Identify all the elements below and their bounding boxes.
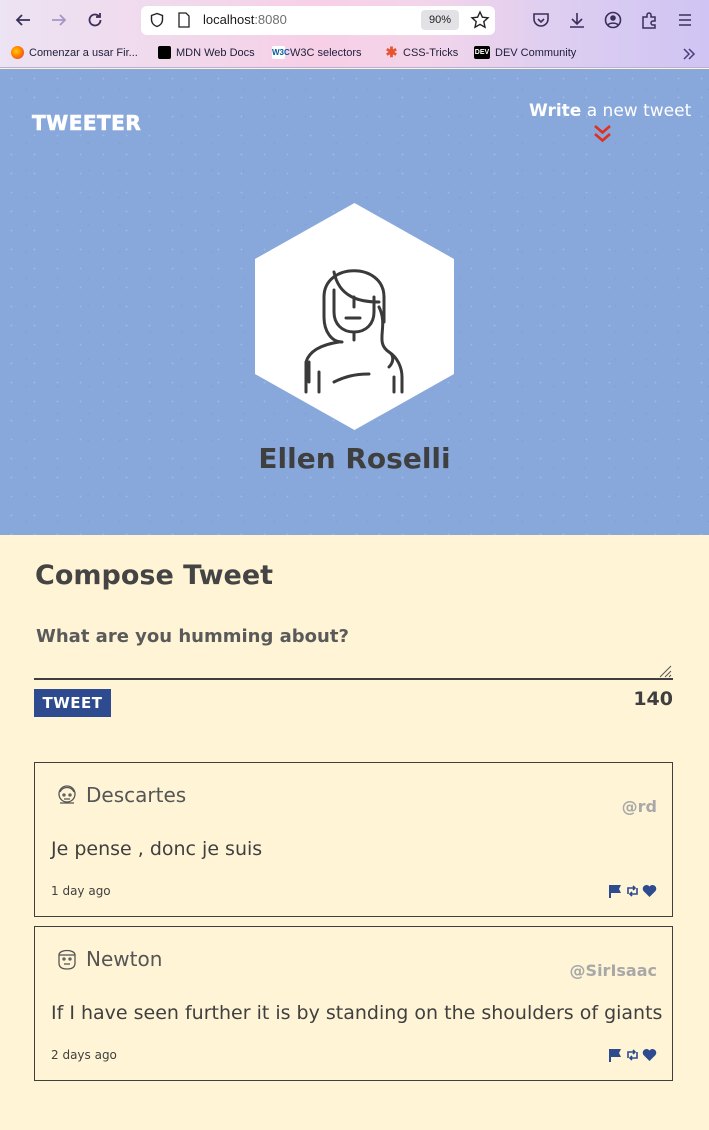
back-button[interactable] (11, 8, 35, 32)
mdn-icon (158, 46, 171, 59)
profile-avatar (254, 202, 455, 431)
pocket-icon[interactable] (531, 10, 551, 30)
url-text[interactable]: localhost:8080 (203, 12, 287, 27)
url-bar[interactable]: localhost:8080 90% (141, 6, 495, 35)
bookmark-star-icon[interactable] (470, 10, 490, 30)
avatar-hexagon-icon (255, 203, 454, 430)
shield-icon[interactable] (149, 12, 165, 28)
tweet-textarea[interactable] (34, 622, 673, 680)
reload-icon (88, 13, 102, 27)
download-icon[interactable] (567, 10, 587, 30)
w3c-icon: W3C (272, 46, 290, 59)
bookmark-item[interactable]: W3C W3C selectors (272, 46, 362, 59)
bookmark-item[interactable]: ✱ CSS-Tricks (385, 44, 459, 60)
reload-button[interactable] (83, 8, 107, 32)
character-counter: 140 (633, 688, 673, 710)
zoom-indicator[interactable]: 90% (421, 10, 459, 30)
tweet-submit-button[interactable]: Tweet (34, 689, 111, 717)
tweet-card: Newton @SirIsaac If I have seen further … (34, 926, 673, 1081)
extensions-icon[interactable] (639, 10, 659, 30)
flag-icon[interactable] (608, 1047, 623, 1062)
tweet-author-handle: @rd (621, 797, 657, 816)
tweet-actions (608, 883, 657, 898)
bookmarks-bar: Comenzar a usar Fir... MDN Web Docs W3C … (0, 44, 709, 64)
url-port: :8080 (254, 12, 287, 27)
css-tricks-icon: ✱ (385, 44, 398, 60)
tweet-author-name: Descartes (86, 783, 187, 807)
bookmark-label: DEV Community (495, 46, 577, 59)
bookmark-item[interactable]: Comenzar a usar Fir... (11, 46, 138, 59)
bookmark-label: Comenzar a usar Fir... (29, 46, 138, 59)
bookmark-label: MDN Web Docs (176, 46, 255, 59)
forward-arrow-icon (52, 14, 67, 26)
bookmarks-overflow-icon[interactable] (681, 46, 697, 62)
tweet-author-name: Newton (86, 947, 163, 971)
write-bold-text: Write (529, 101, 582, 121)
user-avatar-icon (58, 949, 76, 970)
account-icon[interactable] (603, 10, 623, 30)
bookmark-label: CSS-Tricks (403, 46, 459, 59)
user-avatar-icon (58, 785, 76, 804)
retweet-icon[interactable] (625, 1047, 640, 1061)
tweet-timestamp: 1 day ago (51, 884, 111, 898)
tweet-author-handle: @SirIsaac (569, 961, 657, 980)
tweet-text: Je pense , donc je suis (51, 838, 263, 860)
url-host: localhost (203, 12, 255, 27)
forward-button[interactable] (47, 8, 71, 32)
tweet-card: Descartes @rd Je pense , donc je suis 1 … (34, 762, 673, 917)
write-new-tweet-link[interactable]: Write a new tweet (529, 101, 691, 121)
brand-logo[interactable]: Tweeter (32, 111, 141, 136)
back-arrow-icon (15, 14, 30, 26)
menu-icon[interactable] (675, 10, 695, 30)
heart-icon[interactable] (642, 1047, 657, 1061)
firefox-icon (11, 46, 24, 59)
compose-title: Compose Tweet (35, 560, 274, 591)
page-icon (178, 12, 190, 28)
bookmark-item[interactable]: DEV DEV Community (474, 46, 576, 59)
bookmark-label: W3C selectors (290, 46, 362, 59)
browser-toolbar: localhost:8080 90% Comenzar a usar Fir..… (0, 0, 709, 68)
retweet-icon[interactable] (625, 883, 640, 897)
dev-icon: DEV (474, 46, 490, 59)
tweet-timestamp: 2 days ago (51, 1048, 117, 1062)
double-chevron-down-icon[interactable] (593, 124, 612, 144)
page-header: Tweeter Write a new tweet (0, 69, 709, 535)
heart-icon[interactable] (642, 883, 657, 897)
resize-grip-icon[interactable] (658, 664, 672, 678)
tweet-text: If I have seen further it is by standing… (51, 1002, 663, 1024)
write-rest-text: a new tweet (581, 101, 692, 121)
tweet-actions (608, 1047, 657, 1062)
bookmark-item[interactable]: MDN Web Docs (158, 46, 255, 59)
profile-name: Ellen Roselli (258, 442, 451, 475)
flag-icon[interactable] (608, 883, 623, 898)
